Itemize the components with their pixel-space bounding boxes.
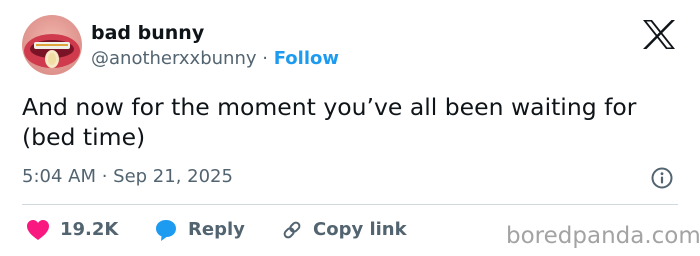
follow-button[interactable]: Follow — [274, 48, 339, 69]
reply-button[interactable]: Reply — [154, 218, 245, 242]
heart-icon — [27, 220, 49, 240]
link-icon — [283, 221, 301, 239]
handle-row: @anotherxxbunny · Follow — [91, 48, 339, 70]
separator-dot: · — [262, 48, 268, 69]
info-icon[interactable] — [651, 167, 673, 189]
user-handle[interactable]: @anotherxxbunny — [91, 48, 257, 69]
tweet-timestamp[interactable]: 5:04 AM · Sep 21, 2025 — [22, 166, 233, 188]
avatar-image — [22, 15, 82, 75]
copy-link-button[interactable]: Copy link — [281, 218, 407, 242]
divider — [22, 204, 678, 205]
reply-label: Reply — [188, 219, 245, 240]
tweet-text: And now for the moment you’ve all been w… — [22, 93, 637, 151]
x-logo-icon[interactable] — [642, 19, 676, 50]
like-count: 19.2K — [60, 219, 119, 240]
reply-bubble-icon — [156, 220, 176, 241]
avatar[interactable] — [22, 15, 82, 75]
like-button[interactable]: 19.2K — [26, 218, 118, 242]
watermark: boredpanda.com — [506, 223, 700, 249]
copy-link-label: Copy link — [313, 219, 407, 240]
display-name[interactable]: bad bunny — [91, 22, 204, 44]
